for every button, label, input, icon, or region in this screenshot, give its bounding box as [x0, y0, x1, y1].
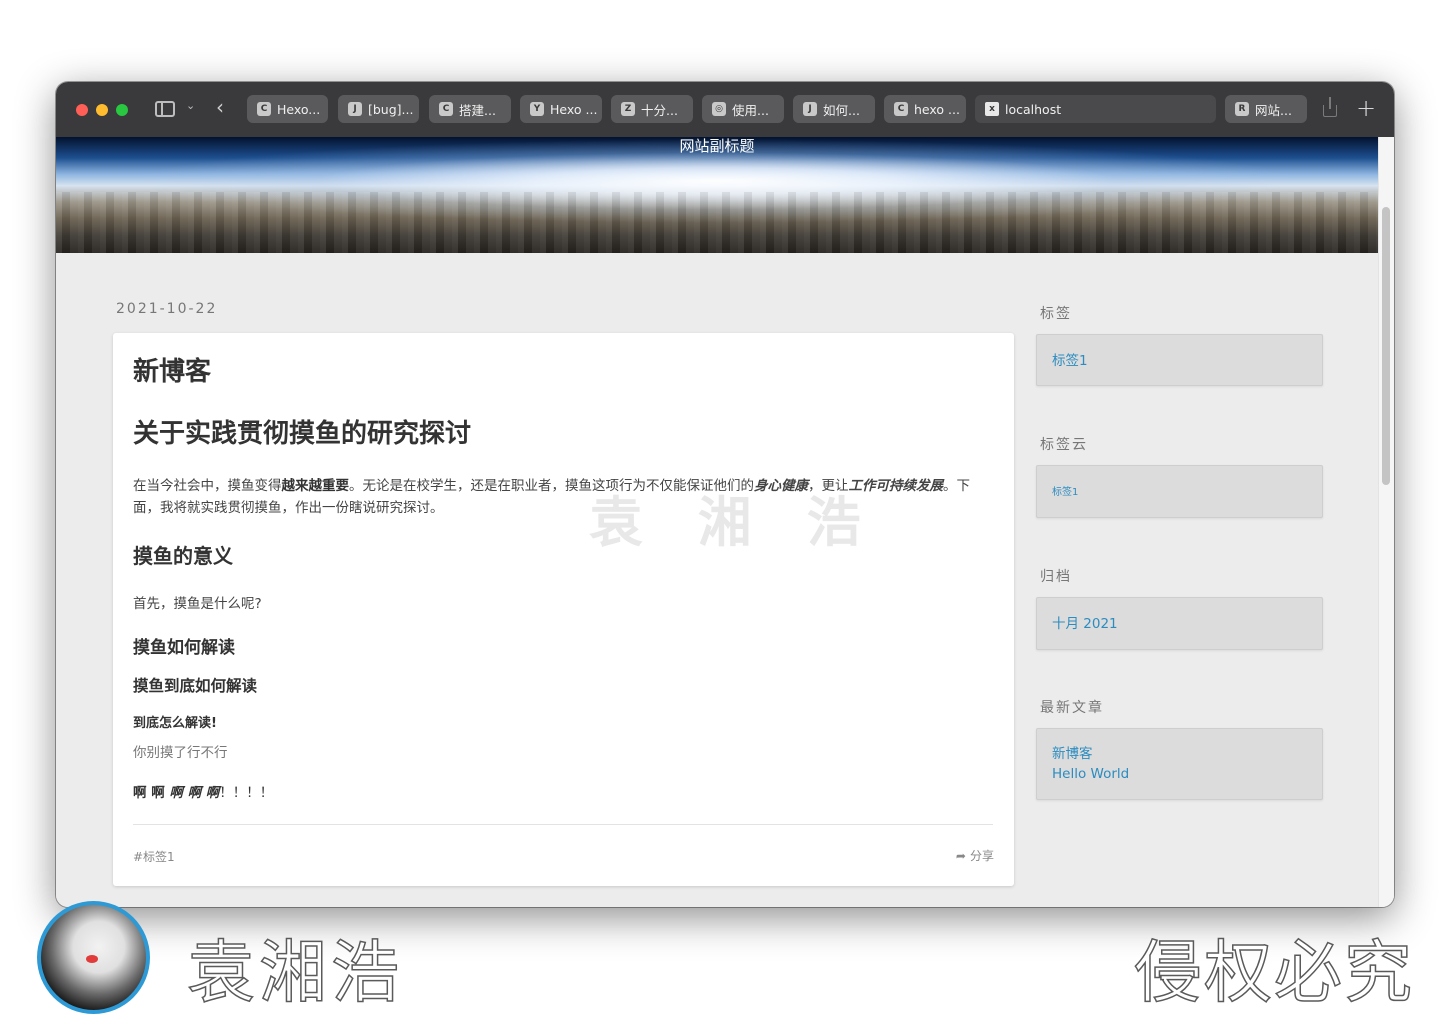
zoom-window-button[interactable] — [116, 103, 128, 116]
widget-title-tag-cloud: 标签云 — [1040, 437, 1088, 453]
tab-favicon-icon: Y — [530, 102, 544, 116]
emphasis-text: 身心健康 — [754, 478, 808, 494]
tab-favicon-icon: R — [1235, 102, 1249, 116]
chevron-down-icon[interactable]: ⌄ — [186, 99, 195, 112]
post-card: 袁 湘 浩 新博客 关于实践贯彻摸鱼的研究探讨 在当今社会中，摸鱼变得越来越重要… — [113, 333, 1014, 886]
emphasis-text: 工作可持续发展 — [848, 478, 944, 494]
tag-link[interactable]: 标签1 — [1052, 351, 1322, 371]
tab-label: hexo ... — [914, 101, 960, 117]
tab-label: Hexo ... — [550, 101, 598, 117]
share-icon[interactable] — [1320, 97, 1340, 119]
recent-post-link[interactable]: Hello World — [1052, 764, 1322, 784]
browser-tab[interactable]: C hexo ... — [884, 95, 966, 123]
tab-label: 如何... — [823, 102, 860, 118]
widget-recent-posts: 新博客 Hello World — [1036, 728, 1323, 800]
widget-tag-cloud: 标签1 — [1036, 465, 1323, 518]
post-paragraph: 啊 啊 啊 啊 啊！！！！ — [133, 785, 274, 801]
browser-tab-active[interactable]: x localhost — [975, 95, 1216, 123]
tab-favicon-icon: C — [257, 102, 271, 116]
divider — [133, 824, 993, 825]
post-heading-5: 到底怎么解读! — [133, 716, 217, 731]
widget-archive: 十月 2021 — [1036, 597, 1323, 650]
browser-tab[interactable]: C 搭建... — [429, 95, 511, 123]
browser-window: ⌄ ‹ C Hexo... J [bug]... C 搭建... Y Hexo … — [56, 82, 1394, 907]
browser-tab[interactable]: Z 十分... — [611, 95, 693, 123]
share-button[interactable]: ➦ 分享 — [956, 847, 994, 864]
post-heading-6: 你别摸了行不行 — [133, 745, 228, 761]
browser-tab[interactable]: J 如何... — [793, 95, 875, 123]
minimize-window-button[interactable] — [96, 103, 108, 116]
site-subtitle: 网站副标题 — [679, 137, 755, 155]
widget-tags: 标签1 — [1036, 334, 1323, 386]
avatar-eye — [86, 955, 98, 963]
tab-label: 网站... — [1255, 102, 1292, 118]
tab-label: 十分... — [641, 102, 678, 118]
tab-label: [bug]... — [368, 101, 414, 117]
browser-toolbar: ⌄ ‹ C Hexo... J [bug]... C 搭建... Y Hexo … — [56, 82, 1394, 137]
post-heading-2: 摸鱼的意义 — [133, 544, 233, 568]
author-watermark-name: 袁湘浩 — [186, 933, 404, 1014]
post-heading-4: 摸鱼到底如何解读 — [133, 677, 258, 695]
post-heading-1: 关于实践贯彻摸鱼的研究探讨 — [133, 419, 472, 449]
tab-favicon-icon: Z — [621, 102, 635, 116]
new-tab-plus-icon[interactable]: + — [1356, 94, 1376, 122]
tab-label: 搭建... — [459, 102, 496, 118]
browser-tab[interactable]: Y Hexo ... — [520, 95, 602, 123]
tab-favicon-icon: C — [894, 102, 908, 116]
close-window-button[interactable] — [76, 103, 88, 116]
tab-favicon-icon: ◎ — [712, 102, 726, 116]
browser-tab[interactable]: ◎ 使用... — [702, 95, 784, 123]
browser-tab[interactable]: J [bug]... — [338, 95, 419, 123]
post-tag-link[interactable]: #标签1 — [133, 848, 175, 865]
tab-label: 使用... — [732, 102, 769, 118]
sidebar-toggle-icon[interactable] — [155, 101, 175, 117]
widget-title-recent: 最新文章 — [1040, 700, 1104, 716]
browser-tab[interactable]: R 网站... — [1225, 95, 1307, 123]
post-paragraph: 在当今社会中，摸鱼变得越来越重要。无论是在校学生，还是在职业者，摸鱼这项行为不仅… — [133, 478, 970, 516]
archive-link[interactable]: 十月 2021 — [1052, 614, 1322, 634]
window-controls — [76, 103, 128, 116]
tab-favicon-icon: J — [803, 102, 817, 116]
post-date: 2021-10-22 — [116, 301, 218, 317]
tab-favicon-icon: x — [985, 102, 999, 116]
browser-tab[interactable]: C Hexo... — [247, 95, 328, 123]
post-heading-3: 摸鱼如何解读 — [133, 638, 235, 658]
page-viewport: 网站副标题 2021-10-22 袁 湘 浩 新博客 关于实践贯彻摸鱼的研究探讨… — [56, 137, 1394, 907]
post-title[interactable]: 新博客 — [133, 351, 211, 388]
post-paragraph: 首先，摸鱼是什么呢? — [133, 596, 262, 612]
tab-label: localhost — [1005, 101, 1062, 117]
tag-cloud-link[interactable]: 标签1 — [1052, 483, 1322, 503]
copyright-notice: 侵权必究 — [1133, 933, 1415, 1014]
tab-label: Hexo... — [277, 101, 321, 117]
bold-text: 越来越重要 — [281, 478, 350, 494]
recent-post-link[interactable]: 新博客 — [1052, 744, 1322, 764]
scrollbar-thumb[interactable] — [1382, 207, 1390, 485]
tab-favicon-icon: C — [439, 102, 453, 116]
tab-favicon-icon: J — [348, 102, 362, 116]
widget-title-tags: 标签 — [1040, 306, 1072, 322]
widget-title-archive: 归档 — [1040, 569, 1072, 585]
back-arrow-icon[interactable]: ‹ — [216, 95, 224, 119]
share-arrow-icon: ➦ — [955, 848, 966, 863]
share-label: 分享 — [969, 849, 994, 863]
